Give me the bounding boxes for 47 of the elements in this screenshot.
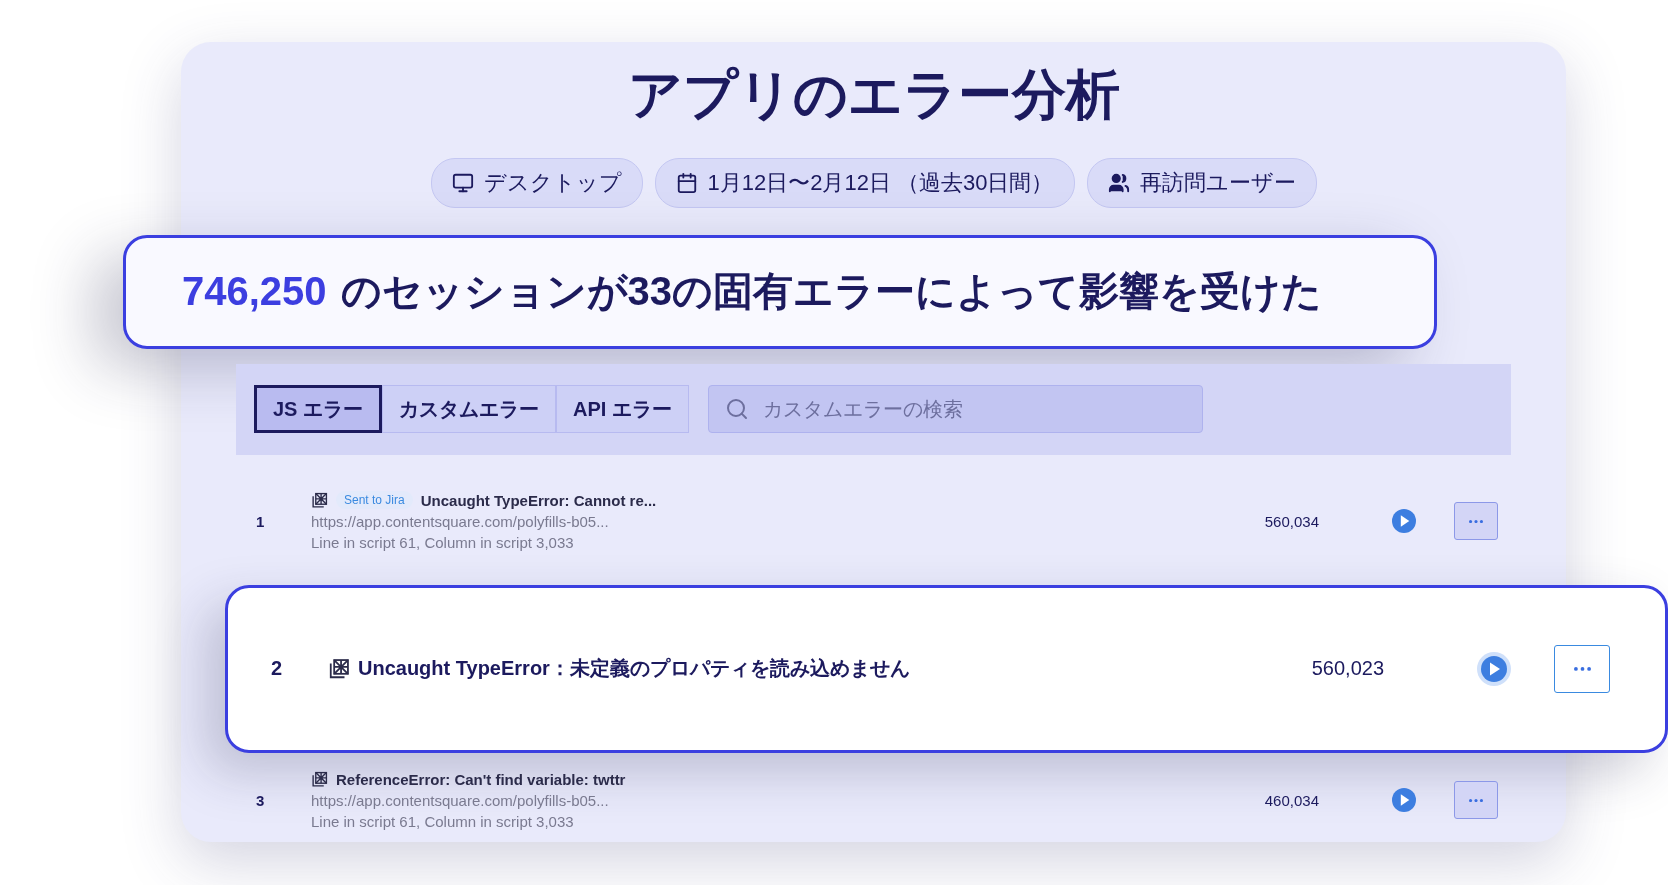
error-count: 460,034 — [1263, 791, 1319, 809]
more-button[interactable] — [1454, 781, 1498, 820]
error-rank: 1 — [256, 512, 266, 530]
error-url: https://app.contentsquare.com/polyfills-b05... — [311, 791, 610, 809]
error-tab[interactable]: カスタムエラー — [382, 385, 557, 434]
session-count: 746,250 — [182, 269, 327, 315]
jira-badge: Sent to Jira — [336, 491, 413, 510]
filter-chip[interactable]: デスクトップ — [430, 158, 643, 208]
filter-label: デスクトップ — [483, 169, 622, 197]
error-row[interactable]: 1 Sent to Jira Uncaught TypeError: Cannot re... https://app.contentsquare.com/polyfills-b05... Line in script 61, Column in script 3,033 560,034 — [236, 479, 1511, 563]
users-icon — [1107, 172, 1130, 194]
error-tab[interactable]: JS エラー — [254, 385, 383, 434]
error-location: Line in script 61, Column in script 3,033 — [311, 534, 575, 552]
search-input[interactable]: カスタムエラーの検索 — [760, 396, 1202, 422]
error-message: ReferenceError: Can't find variable: twttr — [336, 770, 626, 788]
error-count: 560,023 — [1310, 657, 1384, 681]
summary-text: のセッションが33の固有エラーによって影響を受けた — [340, 268, 1323, 316]
error-row[interactable]: 3 ReferenceError: Can't find variable: twttr https://app.contentsquare.com/polyfills-b05... Line in script 61, Column in script 3,033 460,034 — [236, 758, 1511, 842]
stacked-squares-icon — [328, 657, 350, 680]
ellipsis-icon — [1469, 798, 1483, 802]
play-button[interactable] — [1477, 651, 1511, 686]
filter-label: 1月12日〜2月12日 （過去30日間） — [707, 169, 1054, 197]
calendar-icon — [675, 172, 698, 194]
error-tab[interactable]: API エラー — [556, 385, 689, 434]
error-url: https://app.contentsquare.com/polyfills-b05... — [311, 513, 610, 531]
error-message: Uncaught TypeError：未定義のプロパティを読み込めません — [358, 656, 910, 682]
more-button[interactable] — [1554, 644, 1610, 693]
more-button[interactable] — [1454, 502, 1498, 541]
filter-chip[interactable]: 再訪問ユーザー — [1086, 158, 1317, 208]
highlighted-error-row[interactable]: 2 Uncaught TypeError：未定義のプロパティを読み込めません 560,023 — [225, 584, 1668, 753]
ellipsis-icon — [1469, 519, 1483, 523]
error-message: Uncaught TypeError: Cannot re... — [420, 491, 657, 509]
search-field[interactable]: カスタムエラーの検索 — [707, 385, 1203, 434]
error-location: Line in script 61, Column in script 3,033 — [311, 812, 575, 830]
monitor-icon — [451, 172, 474, 194]
error-rank: 2 — [271, 657, 284, 681]
search-icon — [724, 397, 749, 422]
error-rank: 3 — [256, 791, 266, 809]
ellipsis-icon — [1573, 666, 1591, 671]
stacked-squares-icon — [311, 491, 328, 509]
error-count: 560,034 — [1263, 512, 1319, 530]
play-button[interactable] — [1392, 509, 1416, 534]
page-title: アプリのエラー分析 — [627, 63, 1120, 126]
stacked-squares-icon — [311, 770, 328, 788]
play-button[interactable] — [1392, 788, 1416, 813]
filter-label: 再訪問ユーザー — [1139, 169, 1296, 197]
filter-chip[interactable]: 1月12日〜2月12日 （過去30日間） — [654, 158, 1075, 208]
